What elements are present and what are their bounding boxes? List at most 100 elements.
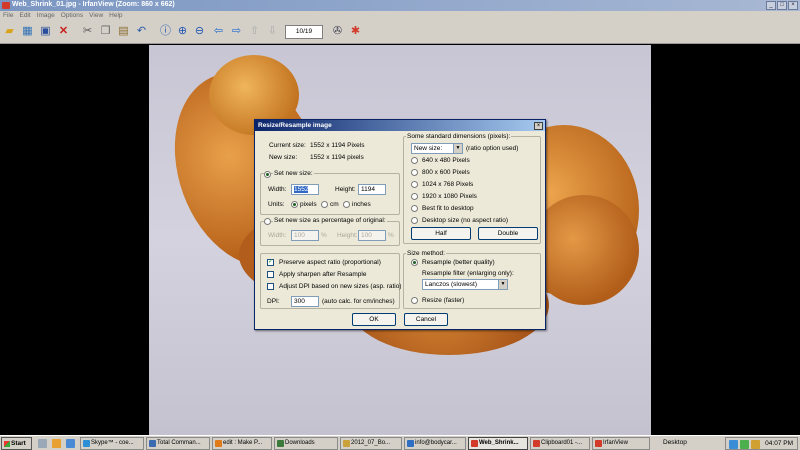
apply-sharpen-checkbox[interactable] xyxy=(267,271,274,278)
menu-view[interactable]: View xyxy=(89,11,103,21)
set-new-size-radio[interactable] xyxy=(264,171,271,178)
next-icon[interactable]: ⇨ xyxy=(229,24,244,39)
irfanview-icon xyxy=(533,440,540,447)
quick-launch-icon[interactable] xyxy=(52,439,61,448)
percent-width-unit: % xyxy=(321,232,327,239)
preserve-aspect-checkbox[interactable]: ✓ xyxy=(267,259,274,266)
quick-launch-icon[interactable] xyxy=(66,439,75,448)
tray-icon[interactable] xyxy=(740,440,749,449)
undo-icon[interactable]: ↶ xyxy=(134,24,149,39)
unit-cm-radio[interactable] xyxy=(321,201,328,208)
start-label: Start xyxy=(11,440,26,447)
dim-1920-label: 1920 x 1080 Pixels xyxy=(422,193,477,200)
dim-1024-label: 1024 x 768 Pixels xyxy=(422,181,474,188)
tray-icon[interactable] xyxy=(729,440,738,449)
unit-pixels-radio[interactable] xyxy=(291,201,298,208)
menu-options[interactable]: Options xyxy=(61,11,83,21)
irfanview-icon xyxy=(471,440,478,447)
percent-width-input[interactable]: 100 xyxy=(291,230,319,241)
page-up-icon[interactable]: ⇧ xyxy=(247,24,262,39)
dialog-close-button[interactable]: × xyxy=(534,122,543,130)
copy-icon[interactable]: ❐ xyxy=(98,24,113,39)
paste-icon[interactable]: ▤ xyxy=(116,24,131,39)
height-input[interactable]: 1194 xyxy=(358,184,386,195)
standard-dims-label: Some standard dimensions (pixels): xyxy=(406,133,512,140)
info-icon[interactable]: ⓘ xyxy=(158,24,173,39)
resize-radio[interactable] xyxy=(411,297,418,304)
resample-radio[interactable] xyxy=(411,259,418,266)
width-label: Width: xyxy=(268,186,287,193)
task-label: Downloads xyxy=(285,440,315,446)
system-tray: 04:07 PM xyxy=(725,437,798,450)
resize-label: Resize (faster) xyxy=(422,297,465,304)
percent-height-input[interactable]: 100 xyxy=(358,230,386,241)
total-commander-icon xyxy=(149,440,156,447)
menu-image[interactable]: Image xyxy=(37,11,55,21)
task-total-commander[interactable]: Total Comman... xyxy=(146,437,210,450)
double-button[interactable]: Double xyxy=(478,227,538,240)
dim-800-radio[interactable] xyxy=(411,169,418,176)
skype-icon xyxy=(83,440,90,447)
close-button[interactable]: × xyxy=(788,1,798,10)
irfanview-logo-icon[interactable]: ✱ xyxy=(348,24,363,39)
ratio-note: (ratio option used) xyxy=(466,145,519,152)
title-bar: Web_Shrink_01.jpg - IrfanView (Zoom: 860… xyxy=(0,0,800,11)
open-folder-icon[interactable]: ▰ xyxy=(2,24,17,39)
task-clipboard[interactable]: Clipboard01 -... xyxy=(530,437,590,450)
zoom-out-icon[interactable]: ⊖ xyxy=(192,24,207,39)
unit-cm-label: cm xyxy=(330,201,339,208)
menu-edit[interactable]: Edit xyxy=(19,11,30,21)
menu-file[interactable]: File xyxy=(3,11,13,21)
firefox-icon xyxy=(215,440,222,447)
minimize-button[interactable]: _ xyxy=(766,1,776,10)
task-folder-2012[interactable]: 2012_07_Bo... xyxy=(340,437,402,450)
cut-icon[interactable]: ✂ xyxy=(80,24,95,39)
page-counter-field[interactable]: 10/19 xyxy=(285,25,323,39)
dim-640-radio[interactable] xyxy=(411,157,418,164)
task-edit-make[interactable]: edit : Make P... xyxy=(212,437,272,450)
task-irfanview[interactable]: IrfanView xyxy=(592,437,650,450)
start-button[interactable]: Start xyxy=(1,437,32,450)
task-web-shrink[interactable]: Web_Shrink... xyxy=(468,437,528,450)
adjust-dpi-checkbox[interactable] xyxy=(267,283,274,290)
desktop-size-radio[interactable] xyxy=(411,217,418,224)
tray-icon[interactable] xyxy=(751,440,760,449)
zoom-in-icon[interactable]: ⊕ xyxy=(175,24,190,39)
previous-icon[interactable]: ⇦ xyxy=(211,24,226,39)
settings-icon[interactable]: ✇ xyxy=(330,24,345,39)
unit-inches-radio[interactable] xyxy=(343,201,350,208)
width-input[interactable]: 1552 xyxy=(291,184,319,195)
save-icon[interactable]: ▣ xyxy=(38,24,53,39)
page-down-icon[interactable]: ⇩ xyxy=(265,24,280,39)
desktop-toolbar-label[interactable]: Desktop xyxy=(663,439,687,446)
windows-logo-icon xyxy=(4,441,10,447)
dpi-label: DPI: xyxy=(267,298,280,305)
cancel-button[interactable]: Cancel xyxy=(404,313,448,326)
apply-sharpen-label: Apply sharpen after Resample xyxy=(279,271,367,278)
height-label: Height: xyxy=(335,186,356,193)
dim-1024-radio[interactable] xyxy=(411,181,418,188)
percent-width-label: Width: xyxy=(268,232,287,239)
delete-icon[interactable]: ✕ xyxy=(56,24,71,39)
percentage-radio[interactable] xyxy=(264,218,271,225)
dim-800-label: 800 x 600 Pixels xyxy=(422,169,470,176)
standard-size-dropdown[interactable]: New size: ▼ xyxy=(411,143,463,154)
ok-button[interactable]: OK xyxy=(352,313,396,326)
taskbar: Start Skype™ - coe... Total Comman... ed… xyxy=(0,435,800,450)
dpi-input[interactable]: 300 xyxy=(291,296,319,307)
dim-1920-radio[interactable] xyxy=(411,193,418,200)
thumbnails-icon[interactable]: ▦ xyxy=(20,24,35,39)
percent-height-unit: % xyxy=(388,232,394,239)
task-email[interactable]: info@bodycar... xyxy=(404,437,466,450)
show-desktop-icon[interactable] xyxy=(38,439,47,448)
menu-help[interactable]: Help xyxy=(109,11,122,21)
task-label: Total Comman... xyxy=(157,440,201,446)
resample-filter-dropdown[interactable]: Lanczos (slowest) ▼ xyxy=(422,279,508,290)
half-button[interactable]: Half xyxy=(411,227,471,240)
adjust-dpi-label: Adjust DPI based on new sizes (asp. rati… xyxy=(279,283,402,290)
best-fit-radio[interactable] xyxy=(411,205,418,212)
task-downloads[interactable]: Downloads xyxy=(274,437,338,450)
task-skype[interactable]: Skype™ - coe... xyxy=(80,437,144,450)
task-label: Web_Shrink... xyxy=(479,440,519,446)
maximize-button[interactable]: □ xyxy=(777,1,787,10)
